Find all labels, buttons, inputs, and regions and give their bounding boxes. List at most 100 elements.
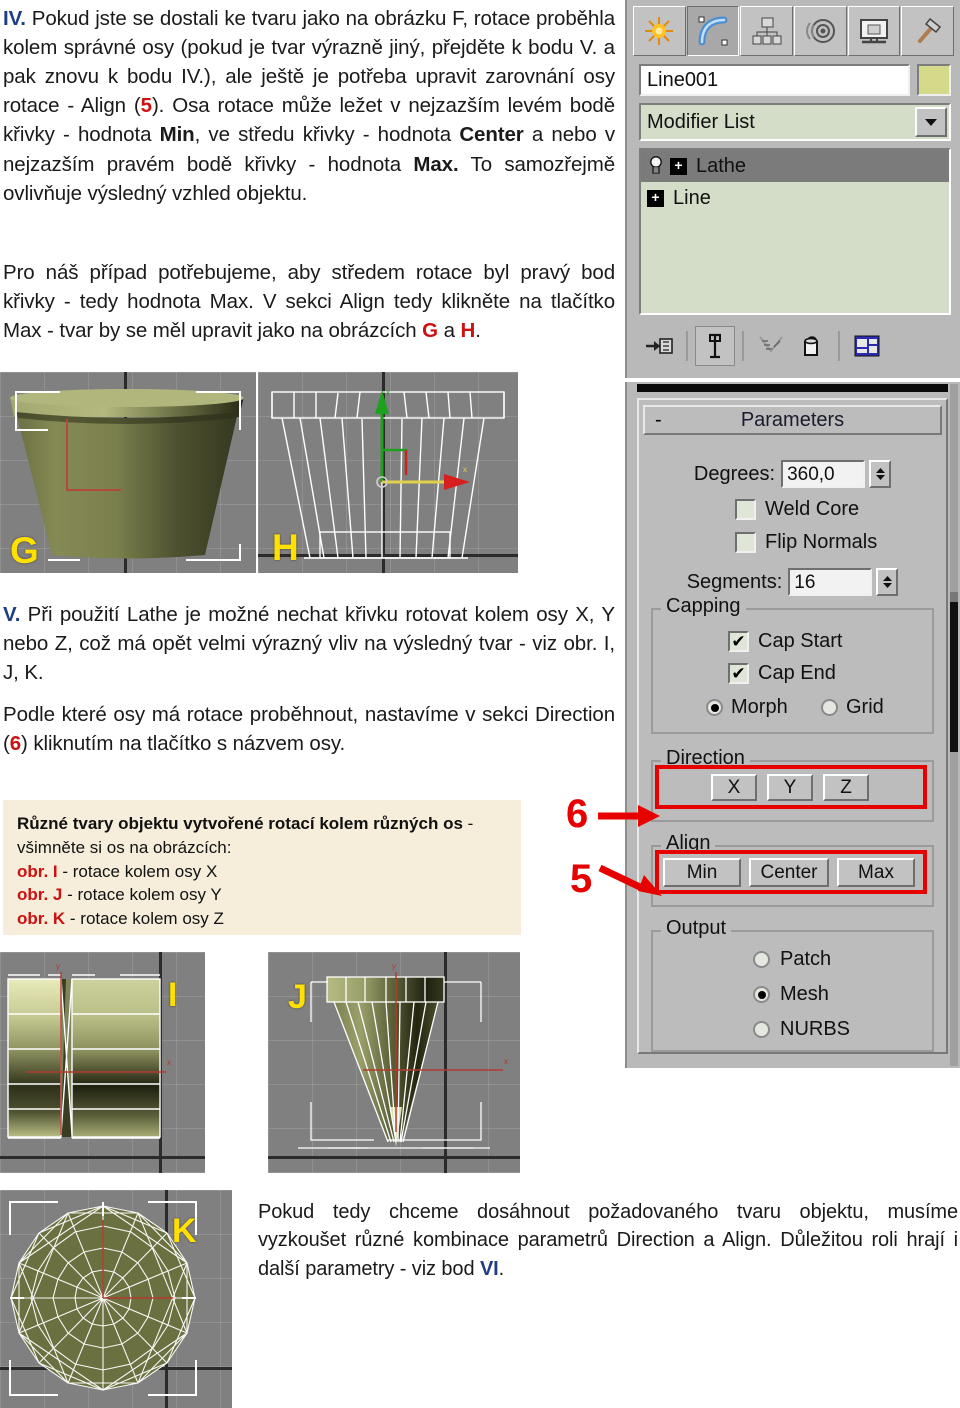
segments-spinner-up-icon bbox=[882, 576, 892, 581]
paragraph-direction-instruction: Podle které osy má rotace proběhnout, na… bbox=[3, 700, 615, 758]
patch-label: Patch bbox=[780, 948, 832, 970]
callout-heading: Různé tvary objektu vytvořené rotací kol… bbox=[17, 812, 507, 860]
flip-normals-row[interactable]: Flip Normals bbox=[639, 531, 946, 554]
flip-normals-label: Flip Normals bbox=[765, 531, 878, 553]
weld-core-checkbox[interactable] bbox=[735, 499, 756, 520]
motion-tab[interactable] bbox=[794, 6, 847, 56]
callout-ref-i: obr. I bbox=[17, 861, 58, 881]
light-bulb-icon[interactable] bbox=[647, 156, 665, 176]
expand-plus-icon-line[interactable]: + bbox=[647, 189, 664, 207]
mesh-radio[interactable] bbox=[753, 986, 770, 1003]
morph-radio-dot bbox=[710, 703, 719, 712]
output-group-line-left bbox=[653, 930, 661, 932]
command-panel-parameters: - Parameters Degrees: 360,0 Weld Core Fl… bbox=[625, 382, 960, 1068]
svg-text:y: y bbox=[56, 962, 60, 971]
panel-divider-bar bbox=[637, 384, 948, 392]
object-name-input[interactable]: Line001 bbox=[639, 64, 910, 96]
hierarchy-tab[interactable] bbox=[740, 6, 794, 56]
chevron-down-icon[interactable] bbox=[915, 107, 947, 137]
patch-radio-row[interactable]: Patch bbox=[753, 948, 831, 971]
direction-button-z[interactable]: Z bbox=[823, 774, 869, 801]
term-center: Center bbox=[459, 123, 524, 147]
svg-text:y: y bbox=[392, 962, 396, 971]
display-tab[interactable] bbox=[847, 6, 901, 56]
callout-line-j: obr. J - rotace kolem osy Y bbox=[17, 883, 507, 907]
figure-label-g: G bbox=[10, 530, 39, 571]
direction-group: Direction X Y Z bbox=[651, 747, 934, 822]
direction-button-x[interactable]: X bbox=[711, 774, 757, 801]
grid-radio[interactable] bbox=[821, 699, 838, 716]
configure-modifier-sets-icon[interactable] bbox=[847, 326, 887, 366]
callout-line-i: obr. I - rotace kolem osy X bbox=[17, 860, 507, 884]
align-button-center[interactable]: Center bbox=[749, 858, 829, 887]
degrees-spinner[interactable] bbox=[869, 460, 892, 488]
mesh-radio-dot bbox=[757, 990, 766, 999]
parameters-rollout-header[interactable]: - Parameters bbox=[643, 405, 942, 435]
degrees-label: Degrees: bbox=[693, 462, 776, 485]
svg-text:x: x bbox=[167, 1058, 171, 1067]
panel-scrollbar-thumb[interactable] bbox=[950, 602, 958, 752]
paragraph-conclusion: Pokud tedy chceme dosáhnout požadovaného… bbox=[258, 1198, 958, 1283]
command-panel-tabs bbox=[633, 6, 955, 56]
align-button-max[interactable]: Max bbox=[837, 858, 915, 887]
morph-radio[interactable] bbox=[706, 699, 723, 716]
para2-text-c: . bbox=[475, 319, 481, 343]
patch-radio[interactable] bbox=[753, 951, 770, 968]
trash-glyph bbox=[804, 336, 818, 356]
spinner-up-icon bbox=[875, 468, 885, 473]
make-unique-glyph bbox=[759, 336, 783, 353]
utilities-tab[interactable] bbox=[901, 6, 955, 56]
term-min: Min bbox=[159, 123, 195, 147]
modify-tab[interactable] bbox=[686, 6, 740, 56]
modifier-stack[interactable]: + Lathe + Line bbox=[639, 148, 951, 315]
align-group-line-left bbox=[653, 845, 661, 847]
degrees-input[interactable]: 360,0 bbox=[781, 460, 866, 488]
object-color-swatch[interactable] bbox=[917, 64, 951, 96]
cap-start-row[interactable]: ✔ Cap Start bbox=[728, 630, 842, 653]
weld-core-row[interactable]: Weld Core bbox=[639, 498, 946, 521]
pin-stack-icon[interactable] bbox=[639, 326, 679, 366]
para5-text-a: Pokud tedy chceme dosáhnout požadovaného… bbox=[258, 1201, 958, 1280]
direction-group-line-left bbox=[653, 760, 661, 762]
annotation-arrow-5 bbox=[598, 864, 662, 896]
annotation-number-5: 5 bbox=[570, 857, 593, 901]
term-max: Max. bbox=[413, 152, 459, 176]
para5-text-b: . bbox=[498, 1257, 505, 1280]
expand-plus-icon[interactable]: + bbox=[670, 157, 687, 175]
capping-group: Capping ✔ Cap Start ✔ Cap End Morph Grid bbox=[651, 595, 934, 734]
callout-heading-bold: Různé tvary objektu vytvořené rotací kol… bbox=[17, 814, 463, 833]
callout-ref-k: obr. K bbox=[17, 909, 66, 929]
morph-radio-row[interactable]: Morph bbox=[706, 696, 788, 719]
direction-button-y[interactable]: Y bbox=[767, 774, 813, 801]
show-end-result-icon[interactable] bbox=[695, 326, 735, 366]
toolbar-divider-2 bbox=[742, 331, 744, 361]
mesh-label: Mesh bbox=[780, 983, 829, 1005]
figure-label-j: J bbox=[288, 978, 307, 1016]
create-tab[interactable] bbox=[633, 6, 686, 56]
modifier-stack-item-lathe[interactable]: + Lathe bbox=[641, 150, 949, 182]
cap-end-row[interactable]: ✔ Cap End bbox=[728, 662, 836, 685]
cap-end-label: Cap End bbox=[758, 662, 836, 684]
pin-stack-glyph bbox=[646, 338, 673, 354]
modifier-stack-item-line[interactable]: + Line bbox=[641, 182, 949, 214]
cap-end-checkbox[interactable]: ✔ bbox=[728, 663, 749, 684]
rollout-collapse-icon[interactable]: - bbox=[655, 409, 662, 432]
align-button-min[interactable]: Min bbox=[663, 858, 741, 887]
modifier-name-line: Line bbox=[673, 186, 711, 209]
parameters-rollout: - Parameters Degrees: 360,0 Weld Core Fl… bbox=[637, 398, 948, 1054]
remove-modifier-icon[interactable] bbox=[791, 326, 831, 366]
flip-normals-checkbox[interactable] bbox=[735, 532, 756, 553]
segments-spinner[interactable] bbox=[876, 568, 899, 596]
segments-input[interactable]: 16 bbox=[788, 568, 873, 596]
make-unique-icon[interactable] bbox=[751, 326, 791, 366]
nurbs-radio[interactable] bbox=[753, 1021, 770, 1038]
mesh-radio-row[interactable]: Mesh bbox=[753, 983, 829, 1006]
svg-text:x: x bbox=[463, 465, 467, 474]
paragraph-marker-v: V. bbox=[3, 603, 21, 626]
cap-start-checkbox[interactable]: ✔ bbox=[728, 631, 749, 652]
align-group-line-right bbox=[715, 845, 932, 847]
grid-radio-row[interactable]: Grid bbox=[821, 696, 884, 719]
figure-i: y x I bbox=[0, 952, 205, 1173]
modifier-list-dropdown[interactable]: Modifier List bbox=[639, 103, 951, 141]
nurbs-radio-row[interactable]: NURBS bbox=[753, 1018, 850, 1041]
